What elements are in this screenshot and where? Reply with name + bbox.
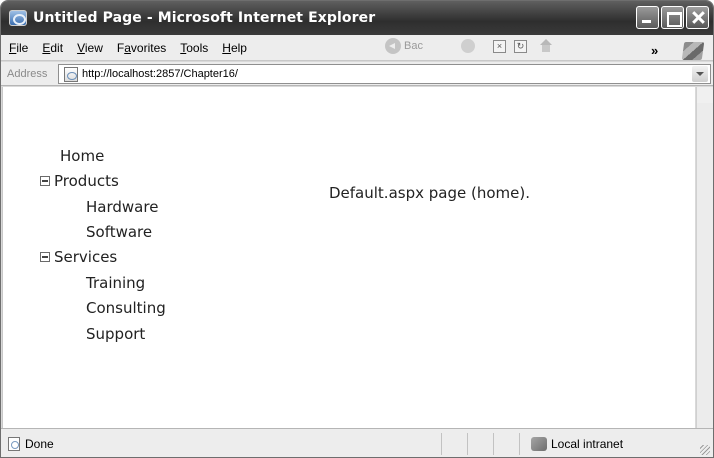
- tree-item-home[interactable]: Home: [60, 147, 104, 165]
- status-text: Done: [25, 437, 54, 451]
- tree-item-services[interactable]: Services: [40, 248, 117, 266]
- collapse-icon[interactable]: [40, 176, 50, 186]
- back-button-label: Bac: [404, 40, 423, 52]
- window-controls: [636, 6, 709, 29]
- zone-label: Local intranet: [551, 437, 624, 451]
- menu-view[interactable]: View: [77, 41, 103, 55]
- menu-help[interactable]: Help: [222, 41, 247, 55]
- menu-favorites[interactable]: Favorites: [117, 41, 166, 55]
- page-content: Home Products Hardware Software Services…: [2, 87, 695, 428]
- scroll-up-button[interactable]: [697, 87, 713, 103]
- tree-item-software[interactable]: Software: [86, 223, 152, 241]
- minimize-button[interactable]: [636, 6, 659, 29]
- tree-item-consulting[interactable]: Consulting: [86, 299, 166, 317]
- forward-button[interactable]: [460, 39, 475, 53]
- browser-window: Untitled Page - Microsoft Internet Explo…: [0, 0, 714, 458]
- title-bar: Untitled Page - Microsoft Internet Explo…: [1, 1, 713, 35]
- address-dropdown-icon[interactable]: [692, 66, 708, 82]
- vertical-scrollbar[interactable]: [696, 87, 713, 428]
- tree-item-label: Home: [60, 147, 105, 165]
- tree-item-label: Support: [86, 325, 146, 343]
- close-button[interactable]: [686, 6, 709, 29]
- tree-item-label: Software: [86, 223, 153, 241]
- menu-file[interactable]: File: [9, 41, 28, 55]
- back-arrow-icon: [385, 38, 401, 54]
- page-icon: [64, 66, 78, 82]
- address-input[interactable]: http://localhost:2857/Chapter16/: [58, 64, 711, 84]
- page-message: Default.aspx page (home).: [329, 184, 530, 202]
- window-title: Untitled Page - Microsoft Internet Explo…: [33, 10, 376, 26]
- status-bar: Done Local intranet: [1, 428, 713, 457]
- menu-edit[interactable]: Edit: [42, 41, 63, 55]
- status-text-area: Done: [8, 437, 54, 451]
- status-divider: [467, 433, 468, 455]
- tree-item-products[interactable]: Products: [40, 172, 119, 190]
- tree-item-label: Services: [54, 248, 118, 266]
- resize-grip-icon[interactable]: [700, 445, 710, 455]
- home-icon[interactable]: [539, 39, 553, 53]
- status-divider: [493, 433, 494, 455]
- windows-logo-icon: [681, 42, 705, 60]
- address-label: Address: [7, 67, 48, 80]
- status-divider: [441, 433, 442, 455]
- address-bar: Address http://localhost:2857/Chapter16/: [1, 62, 713, 86]
- collapse-icon[interactable]: [40, 252, 50, 262]
- tree-item-label: Training: [86, 274, 146, 292]
- status-divider: [519, 433, 520, 455]
- tree-item-label: Products: [54, 172, 119, 190]
- tree-item-support[interactable]: Support: [86, 325, 145, 343]
- back-button[interactable]: Bac: [385, 38, 423, 54]
- tree-item-hardware[interactable]: Hardware: [86, 198, 158, 216]
- internet-explorer-icon[interactable]: [9, 10, 27, 26]
- tree-item-label: Hardware: [86, 198, 159, 216]
- stop-icon[interactable]: ×: [492, 39, 506, 53]
- intranet-icon: [531, 437, 547, 451]
- page-done-icon: [8, 437, 20, 451]
- tree-item-training[interactable]: Training: [86, 274, 145, 292]
- toolbar-overflow-chevron-icon[interactable]: »: [651, 43, 658, 58]
- security-zone[interactable]: Local intranet: [531, 437, 623, 451]
- menu-tools[interactable]: Tools: [180, 41, 208, 55]
- menu-bar: File Edit View Favorites Tools Help Bac …: [1, 35, 713, 61]
- toolbar-buttons: Bac × ↻: [385, 38, 553, 54]
- tree-item-label: Consulting: [86, 299, 166, 317]
- refresh-icon[interactable]: ↻: [513, 39, 527, 53]
- maximize-button[interactable]: [661, 6, 684, 29]
- address-url: http://localhost:2857/Chapter16/: [82, 68, 238, 80]
